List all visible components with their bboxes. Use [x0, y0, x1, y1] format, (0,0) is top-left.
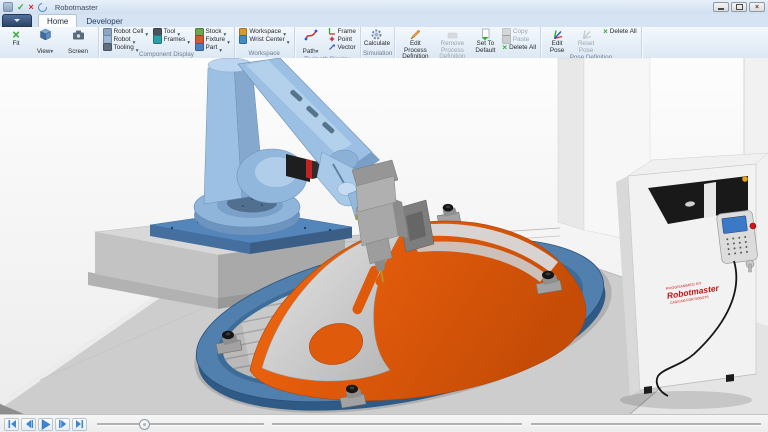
- viewport-3d[interactable]: PROGRAMMED BY Robotmaster CAD/CAM FOR RO…: [0, 57, 768, 415]
- ribbon-group-simulation: Calculate Simulation: [361, 27, 396, 58]
- edit-process-definition-button[interactable]: Edit Process Definition: [397, 28, 433, 61]
- frames-button[interactable]: Frames: [151, 35, 192, 44]
- delete-all-icon: ×: [502, 42, 508, 52]
- dropdown-arrow-icon: [287, 32, 290, 47]
- timeline-track[interactable]: [271, 423, 522, 426]
- skip-to-end-button[interactable]: [72, 417, 87, 431]
- reset-pose-button[interactable]: Reset Pose: [572, 28, 600, 54]
- skip-to-start-button[interactable]: [4, 417, 19, 431]
- view-cube-icon: [39, 28, 52, 41]
- group-label-workspace: Workspace: [248, 50, 280, 57]
- chevron-down-icon: [14, 19, 20, 22]
- controller-cabinet: PROGRAMMED BY Robotmaster CAD/CAM FOR RO…: [616, 152, 768, 409]
- path-icon: [304, 28, 318, 41]
- timeline-slider[interactable]: [97, 415, 764, 432]
- vector-icon: [328, 43, 336, 52]
- tab-home[interactable]: Home: [38, 14, 78, 27]
- timeline-track[interactable]: [530, 423, 761, 426]
- group-label-simulation: Simulation: [362, 50, 393, 57]
- step-back-button[interactable]: [21, 417, 36, 431]
- fit-button[interactable]: × Fit: [2, 28, 30, 48]
- path-button[interactable]: Path: [297, 28, 325, 56]
- ribbon-group-process-definition: Edit Process Definition Remove Process D…: [395, 27, 542, 68]
- ribbon-group-camera: × Fit View Screen Capture Camera: [0, 27, 99, 78]
- reset-pose-axes-icon: [580, 28, 593, 41]
- delete-all-pose-button[interactable]: × Delete All: [601, 28, 639, 36]
- ribbon-group-component-display: Robot Cell Robot Tooling Tool Frames Sto…: [99, 27, 235, 58]
- cancel-x-icon[interactable]: ×: [29, 2, 34, 12]
- app-menu-button[interactable]: [2, 14, 32, 27]
- quick-access-toolbar: ✓ ×: [3, 0, 49, 14]
- close-button[interactable]: ×: [749, 2, 765, 12]
- remove-eraser-icon: [446, 28, 459, 41]
- set-to-default-button[interactable]: Set To Default: [471, 28, 499, 54]
- timeline-handle[interactable]: [139, 419, 151, 430]
- pendant-screen: [721, 215, 748, 234]
- calculate-button[interactable]: Calculate: [363, 28, 391, 48]
- part-button[interactable]: Part: [193, 42, 232, 52]
- paste-icon: [502, 35, 511, 44]
- ribbon-group-toolpath-display: Path Frame Point Vector Toolpath Display: [295, 27, 361, 63]
- view-button[interactable]: View: [31, 28, 59, 56]
- undo-icon[interactable]: [35, 0, 49, 14]
- paste-button[interactable]: Paste: [500, 35, 538, 44]
- screen-capture-icon: [72, 28, 85, 41]
- ribbon-tab-row: Home Developer: [0, 14, 768, 28]
- window-title: Robotmaster: [54, 2, 98, 12]
- robotmaster-window: ✓ × Robotmaster × Home Developer × Fit V…: [0, 0, 768, 432]
- dropdown-arrow-icon: [50, 41, 53, 56]
- ribbon: × Fit View Screen Capture Camera: [0, 27, 768, 78]
- delete-all-icon: ×: [603, 27, 608, 37]
- wrist-center-button[interactable]: Wrist Center: [237, 35, 292, 44]
- ribbon-group-workspace: Workspace Wrist Center Workspace: [235, 27, 295, 58]
- app-icon[interactable]: [3, 2, 13, 12]
- restore-button[interactable]: [731, 2, 747, 12]
- step-forward-button[interactable]: [55, 417, 70, 431]
- wrist-center-icon: [238, 35, 248, 44]
- frames-icon: [153, 35, 162, 44]
- dropdown-arrow-icon: [187, 32, 190, 47]
- titlebar: ✓ × Robotmaster ×: [0, 0, 768, 15]
- dropdown-arrow-icon: [316, 41, 319, 56]
- vector-toggle-button[interactable]: Vector: [326, 43, 358, 51]
- play-button[interactable]: [38, 417, 53, 431]
- edit-pose-button[interactable]: Edit Pose: [543, 28, 571, 54]
- remove-process-definition-button[interactable]: Remove Process Definition: [434, 28, 470, 61]
- simulation-playback-bar: [0, 414, 768, 432]
- ribbon-group-pose-definition: Edit Pose Reset Pose ×Delete All Pose De…: [541, 27, 642, 61]
- timeline-track[interactable]: [97, 423, 264, 426]
- confirm-check-icon[interactable]: ✓: [17, 2, 25, 12]
- delete-all-process-button[interactable]: × Delete All: [500, 43, 538, 51]
- minimize-button[interactable]: [713, 2, 729, 12]
- tooling-button[interactable]: Tooling: [101, 42, 150, 52]
- tab-developer[interactable]: Developer: [77, 14, 131, 27]
- window-controls: ×: [713, 2, 765, 12]
